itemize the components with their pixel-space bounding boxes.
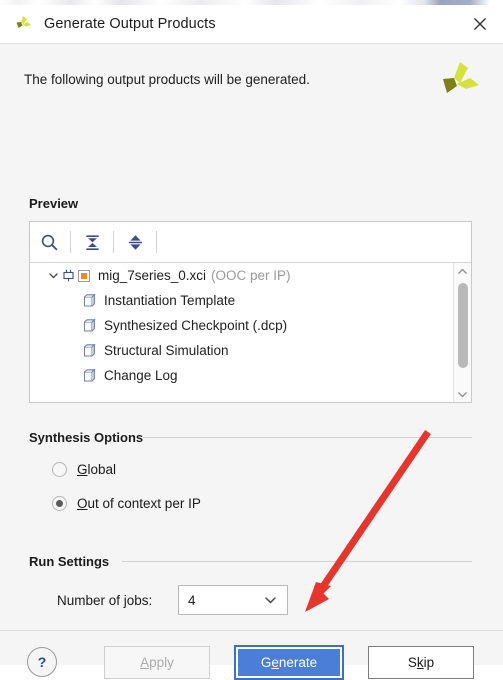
- tree-row[interactable]: Change Log: [30, 363, 453, 388]
- collapse-all-icon[interactable]: [73, 222, 111, 262]
- scrollbar-thumb[interactable]: [458, 283, 468, 368]
- generate-button-label: Generate: [261, 655, 317, 670]
- mnemonic-letter: G: [77, 462, 88, 477]
- preview-tree: mig_7series_0.xci (OOC per IP) Instantia…: [30, 263, 453, 402]
- number-of-jobs-label: Number of jobs:: [57, 593, 152, 608]
- apply-label-post: pply: [149, 655, 174, 670]
- dialog-title: Generate Output Products: [44, 16, 216, 32]
- tree-row[interactable]: Structural Simulation: [30, 338, 453, 363]
- radio-ooc-label: Out of context per IP: [77, 496, 201, 511]
- skip-button[interactable]: Skip: [368, 646, 474, 679]
- file-icon: [82, 368, 97, 383]
- mnemonic-letter: e: [271, 655, 279, 670]
- radio-global[interactable]: Global: [52, 462, 116, 477]
- xilinx-logo-icon: [435, 60, 481, 106]
- vivado-logo-icon: [12, 13, 34, 35]
- help-label: ?: [37, 654, 47, 670]
- skip-label-pre: S: [407, 655, 417, 670]
- preview-label: Preview: [29, 196, 79, 211]
- tree-row[interactable]: Instantiation Template: [30, 288, 453, 313]
- radio-label-text: lobal: [87, 462, 117, 477]
- chevron-down-icon[interactable]: [454, 386, 471, 402]
- intro-text: The following output products will be ge…: [24, 72, 310, 87]
- mnemonic-letter: A: [140, 655, 150, 670]
- preview-panel: mig_7series_0.xci (OOC per IP) Instantia…: [29, 221, 472, 403]
- generate-label-post: nerate: [278, 655, 318, 670]
- jobs-label-post: obs:: [126, 593, 153, 608]
- search-icon[interactable]: [30, 222, 68, 262]
- tree-node-label: Structural Simulation: [104, 343, 229, 358]
- apply-button[interactable]: Apply: [104, 646, 210, 679]
- preview-tree-wrap: mig_7series_0.xci (OOC per IP) Instantia…: [30, 263, 471, 402]
- tree-node-note: (OOC per IP): [211, 268, 291, 283]
- generate-label-pre: G: [260, 655, 272, 670]
- radio-global-label: Global: [77, 462, 116, 477]
- tree-scrollbar[interactable]: [453, 263, 471, 402]
- number-of-jobs-dropdown[interactable]: 4: [178, 585, 288, 615]
- tree-node-label: mig_7series_0.xci: [98, 268, 207, 283]
- tree-row-root[interactable]: mig_7series_0.xci (OOC per IP): [30, 263, 453, 288]
- radio-mark-off[interactable]: [52, 462, 67, 477]
- expand-all-icon[interactable]: [116, 222, 154, 262]
- radio-label-text: ut of context per IP: [87, 496, 201, 511]
- dialog-body: The following output products will be ge…: [0, 44, 503, 680]
- toolbar-separator: [113, 231, 114, 253]
- synthesis-options-title: Synthesis Options: [29, 430, 144, 445]
- file-icon: [82, 318, 97, 333]
- number-of-jobs-value: 4: [188, 592, 196, 608]
- dialog-titlebar: Generate Output Products: [0, 5, 503, 44]
- ip-core-icon: [61, 268, 76, 283]
- run-settings-title: Run Settings: [29, 554, 110, 569]
- run-settings-rule: [122, 561, 472, 562]
- jobs-label-pre: Number of: [57, 593, 124, 608]
- tree-node-label: Instantiation Template: [104, 293, 236, 308]
- generate-output-products-dialog: Generate Output Products The following o…: [0, 5, 503, 680]
- tree-node-label: Change Log: [104, 368, 178, 383]
- tree-row[interactable]: Synthesized Checkpoint (.dcp): [30, 313, 453, 338]
- file-icon: [82, 343, 97, 358]
- skip-label-post: ip: [423, 655, 435, 670]
- toolbar-separator: [70, 231, 71, 253]
- chevron-up-icon[interactable]: [454, 263, 471, 280]
- mnemonic-letter: O: [77, 496, 88, 511]
- tree-node-label: Synthesized Checkpoint (.dcp): [104, 318, 288, 333]
- close-icon[interactable]: [457, 5, 503, 42]
- mnemonic-letter: k: [416, 655, 424, 670]
- radio-mark-on[interactable]: [52, 496, 67, 511]
- generate-button[interactable]: Generate: [234, 645, 344, 680]
- file-icon: [82, 293, 97, 308]
- toolbar-separator: [156, 231, 157, 253]
- help-icon[interactable]: ?: [27, 647, 57, 677]
- chevron-down-icon[interactable]: [45, 270, 61, 281]
- preview-toolbar: [30, 222, 471, 263]
- footer-divider: [0, 630, 503, 631]
- radio-out-of-context-per-ip[interactable]: Out of context per IP: [52, 496, 201, 511]
- orange-square-icon: [77, 269, 91, 283]
- skip-button-label: Skip: [408, 655, 434, 670]
- synthesis-options-rule: [143, 437, 472, 438]
- apply-button-label: Apply: [140, 655, 174, 670]
- chevron-down-icon[interactable]: [264, 595, 277, 605]
